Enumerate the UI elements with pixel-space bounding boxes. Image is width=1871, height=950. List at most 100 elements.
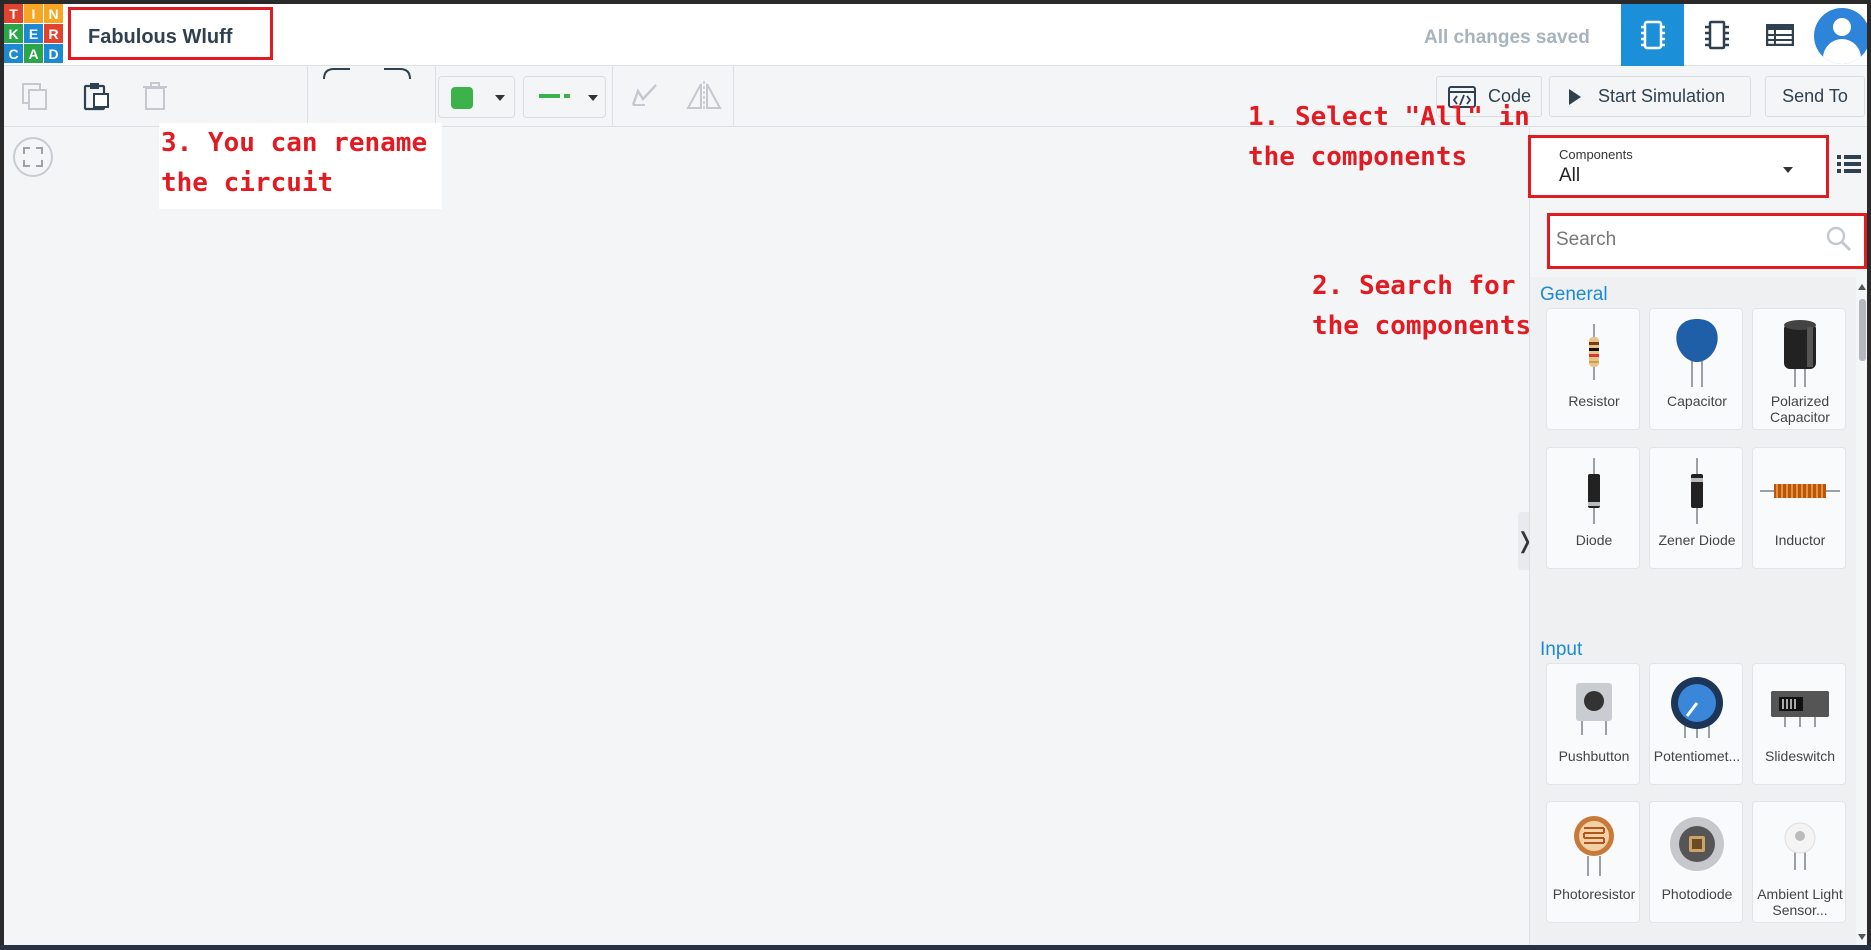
components-filter-label: Components <box>1559 147 1633 162</box>
scroll-down-icon[interactable] <box>1857 933 1867 941</box>
component-list-scrollbar[interactable] <box>1856 277 1867 945</box>
component-photoresistor[interactable]: Photoresistor <box>1546 801 1640 923</box>
chip-icon <box>1704 20 1729 50</box>
component-label: Ambient Light Sensor... <box>1757 886 1843 918</box>
component-list: General Resistor Capacitor Polarized Cap… <box>1530 277 1856 945</box>
photoresistor-icon <box>1574 816 1614 876</box>
flip-button[interactable] <box>683 78 725 114</box>
workplane-canvas[interactable]: 3. You can rename the circuit 1. Select … <box>4 102 1534 945</box>
inductor-icon <box>1760 484 1840 498</box>
send-to-label: Send To <box>1782 86 1848 106</box>
tinkercad-logo[interactable]: T I N K E R C A D <box>4 4 63 63</box>
header-bar: T I N K E R C A D Fabulous Wluff All cha… <box>4 4 1867 66</box>
fit-view-button[interactable] <box>13 137 53 177</box>
toolbar-divider <box>307 66 308 127</box>
circuit-title[interactable]: Fabulous Wluff <box>68 7 273 60</box>
undo-button[interactable] <box>319 66 355 80</box>
color-swatch <box>451 87 473 109</box>
component-ambient-light-sensor[interactable]: Ambient Light Sensor... <box>1752 801 1846 923</box>
flip-icon <box>686 81 722 111</box>
components-filter-value: All <box>1559 165 1581 186</box>
scroll-up-icon[interactable] <box>1857 283 1867 291</box>
copy-icon <box>22 83 47 110</box>
redo-button[interactable] <box>379 66 415 80</box>
trash-icon <box>143 82 167 110</box>
component-inductor[interactable]: Inductor <box>1752 447 1846 569</box>
redo-icon <box>384 68 411 79</box>
logo-letter: A <box>24 44 43 63</box>
component-slideswitch[interactable]: Slideswitch <box>1752 663 1846 785</box>
component-label: Inductor <box>1774 532 1826 548</box>
components-filter-dropdown[interactable]: Components All <box>1528 135 1829 198</box>
logo-letter: T <box>4 4 23 23</box>
play-icon <box>1569 88 1581 105</box>
section-general-title: General <box>1540 284 1608 305</box>
annotation-select-all: 1. Select "All" in the components <box>1248 102 1530 172</box>
wire-color-dropdown[interactable] <box>438 76 515 118</box>
slideswitch-icon <box>1771 691 1829 727</box>
schematic-view-button[interactable] <box>1685 4 1748 66</box>
component-label: Polarized Capacitor <box>1770 393 1830 425</box>
search-icon[interactable] <box>1826 226 1852 252</box>
user-avatar[interactable] <box>1814 8 1867 64</box>
component-pushbutton[interactable]: Pushbutton <box>1546 663 1640 785</box>
potentiometer-icon <box>1671 677 1723 738</box>
circuit-view-button[interactable] <box>1621 4 1684 66</box>
start-simulation-label: Start Simulation <box>1598 86 1726 106</box>
avatar-head <box>1833 18 1851 36</box>
component-label: Capacitor <box>1667 393 1727 409</box>
save-status: All changes saved <box>1424 27 1590 48</box>
table-icon <box>1765 24 1794 46</box>
delete-button[interactable] <box>138 78 172 114</box>
logo-letter: D <box>44 44 63 63</box>
ambient-light-sensor-icon <box>1784 822 1816 870</box>
pushbutton-icon <box>1576 683 1612 735</box>
breadboard-icon <box>1640 20 1665 50</box>
component-label: Resistor <box>1568 393 1620 409</box>
component-polarized-capacitor[interactable]: Polarized Capacitor <box>1752 308 1846 430</box>
undo-icon <box>323 68 350 79</box>
paste-button[interactable] <box>79 78 113 114</box>
capacitor-icon <box>1676 319 1718 387</box>
wire-type-dropdown[interactable] <box>523 76 606 118</box>
search-input[interactable] <box>1556 222 1816 258</box>
notes-button[interactable] <box>626 78 662 114</box>
logo-letter: E <box>24 24 43 43</box>
component-label: Diode <box>1575 532 1613 548</box>
send-to-button[interactable]: Send To <box>1765 76 1865 117</box>
chevron-down-icon <box>1783 167 1793 173</box>
copy-button[interactable] <box>18 78 52 114</box>
resistor-icon <box>1589 324 1599 380</box>
photodiode-icon <box>1670 817 1724 871</box>
component-diode[interactable]: Diode <box>1546 447 1640 569</box>
diode-icon <box>1588 458 1600 524</box>
component-potentiometer[interactable]: Potentiomet... <box>1649 663 1743 785</box>
toolbar-divider <box>435 66 436 127</box>
component-zener-diode[interactable]: Zener Diode <box>1649 447 1743 569</box>
component-label: Slideswitch <box>1764 748 1836 764</box>
avatar-body <box>1823 39 1861 64</box>
component-label: Photoresistor <box>1552 886 1636 902</box>
chevron-down-icon <box>495 95 505 101</box>
component-photodiode[interactable]: Photodiode <box>1649 801 1743 923</box>
polarized-capacitor-icon <box>1784 320 1816 387</box>
toolbar-divider <box>612 66 613 127</box>
logo-letter: K <box>4 24 23 43</box>
paste-icon <box>83 83 109 111</box>
list-view-icon[interactable] <box>1836 153 1862 175</box>
start-simulation-button[interactable]: Start Simulation <box>1549 76 1751 117</box>
wire-type-icon <box>539 94 570 98</box>
component-label: Photodiode <box>1661 886 1733 902</box>
component-capacitor[interactable]: Capacitor <box>1649 308 1743 430</box>
scrollbar-thumb[interactable] <box>1859 299 1866 361</box>
component-list-button[interactable] <box>1748 4 1811 66</box>
logo-letter: C <box>4 44 23 63</box>
search-field[interactable] <box>1547 213 1867 269</box>
logo-letter: I <box>24 4 43 23</box>
component-label: Pushbutton <box>1558 748 1630 764</box>
component-label: Potentiomet... <box>1653 748 1741 764</box>
component-resistor[interactable]: Resistor <box>1546 308 1640 430</box>
toolbar: Code Start Simulation Send To <box>4 66 1867 127</box>
logo-letter: R <box>44 24 63 43</box>
zener-diode-icon <box>1691 458 1703 524</box>
